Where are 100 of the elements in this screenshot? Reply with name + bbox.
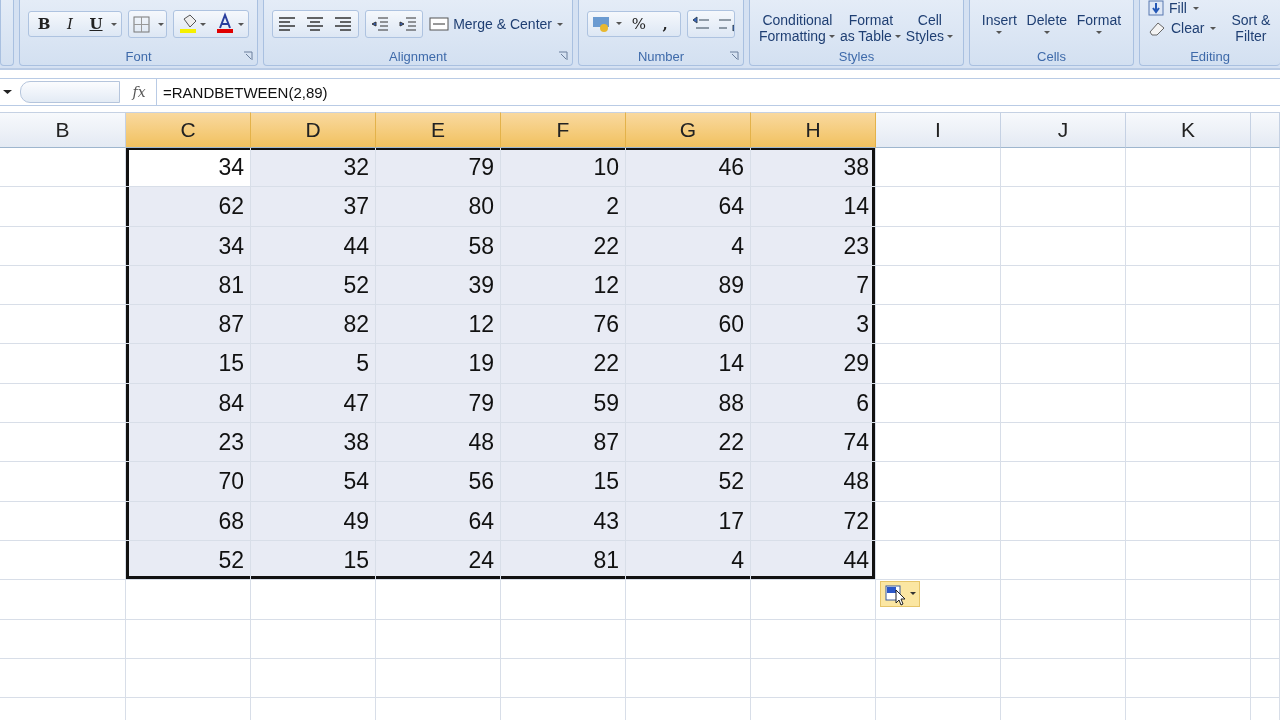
table-cell xyxy=(1251,423,1280,463)
group-label: Alignment xyxy=(389,48,447,64)
merge-center-button[interactable]: Merge & Center xyxy=(429,15,564,32)
cells-button[interactable]: Format xyxy=(1076,12,1122,36)
table-cell: 52 xyxy=(251,265,376,306)
dialog-launcher-icon[interactable] xyxy=(243,51,253,61)
table-cell: 4 xyxy=(626,226,751,266)
table-cell: 23 xyxy=(126,423,251,463)
table-cell: 46 xyxy=(626,148,751,188)
table-cell: 87 xyxy=(126,305,251,345)
caret-icon xyxy=(1094,28,1103,36)
column-header[interactable]: H xyxy=(751,112,876,148)
table-cell: 15 xyxy=(126,344,251,384)
table-cell: 34 xyxy=(126,226,251,266)
table-cell: 4 xyxy=(626,540,751,581)
table-cell xyxy=(1251,462,1280,502)
paste-options-button[interactable] xyxy=(880,581,920,607)
insert-function-button[interactable]: fx xyxy=(126,84,152,100)
table-cell xyxy=(1251,148,1280,188)
fill-button[interactable]: Fill xyxy=(1148,0,1218,16)
sort-filter-button[interactable]: Sort & Filter xyxy=(1231,0,1271,44)
borders-icon[interactable] xyxy=(128,9,167,38)
table-cell: 37 xyxy=(251,187,376,227)
table-cell: 32 xyxy=(251,148,376,188)
table-cell: 5 xyxy=(251,344,376,384)
name-box[interactable] xyxy=(20,81,120,103)
decimal-icons[interactable] xyxy=(687,9,735,38)
paste-options-icon xyxy=(882,582,918,606)
column-header[interactable]: E xyxy=(376,112,501,148)
clear-button[interactable]: Clear xyxy=(1148,20,1218,36)
table-cell: 14 xyxy=(626,344,751,384)
table-cell: 23 xyxy=(751,226,876,266)
table-cell: 17 xyxy=(626,501,751,541)
table-cell: 76 xyxy=(501,305,626,345)
table-cell: 64 xyxy=(376,501,501,541)
table-cell xyxy=(1251,226,1280,266)
table-cell: 72 xyxy=(751,501,876,541)
table-cell: 3 xyxy=(751,305,876,345)
caret-icon xyxy=(1191,4,1200,12)
table-cell xyxy=(1251,501,1280,541)
table-cell: 14 xyxy=(751,187,876,227)
column-header[interactable]: I xyxy=(876,112,1001,148)
styles-button[interactable]: Cell Styles xyxy=(905,12,954,44)
merge-icon xyxy=(429,15,450,32)
column-header[interactable]: G xyxy=(626,112,751,148)
table-cell: 24 xyxy=(376,540,501,581)
column-header[interactable]: F xyxy=(501,112,626,148)
eraser-icon xyxy=(1148,20,1166,36)
column-header[interactable] xyxy=(1251,112,1280,148)
column-header[interactable]: J xyxy=(1001,112,1126,148)
table-cell: 34 xyxy=(126,148,251,188)
fill-and-font-color-icons[interactable] xyxy=(173,9,249,38)
comma-button[interactable]: , xyxy=(652,14,678,33)
styles-button[interactable]: Conditional Formatting xyxy=(759,12,836,44)
cells-button[interactable]: Insert xyxy=(981,12,1017,36)
table-cell: 15 xyxy=(251,540,376,581)
table-cell: 38 xyxy=(251,423,376,463)
bold-button[interactable]: B xyxy=(31,14,57,33)
table-cell: 44 xyxy=(751,540,876,581)
table-cell: 22 xyxy=(501,344,626,384)
indent-icons[interactable] xyxy=(364,9,424,38)
column-header[interactable]: C xyxy=(126,112,251,148)
percent-button[interactable]: % xyxy=(626,14,652,33)
table-cell: 38 xyxy=(751,148,876,188)
caret-icon xyxy=(893,32,902,40)
table-cell: 19 xyxy=(376,344,501,384)
table-cell xyxy=(1251,383,1280,424)
underline-button[interactable]: U xyxy=(83,14,109,33)
table-cell: 82 xyxy=(251,305,376,345)
italic-button[interactable]: I xyxy=(57,14,83,33)
table-cell: 47 xyxy=(251,383,376,424)
styles-button[interactable]: Format as Table xyxy=(839,12,902,44)
caret-icon xyxy=(946,32,954,40)
caret-icon[interactable] xyxy=(2,87,14,97)
dialog-launcher-icon[interactable] xyxy=(558,51,568,61)
table-cell: 79 xyxy=(376,383,501,424)
alignment-icons[interactable] xyxy=(272,9,359,38)
table-cell: 81 xyxy=(126,265,251,306)
table-cell: 74 xyxy=(751,423,876,463)
cells-button[interactable]: Delete xyxy=(1026,12,1068,36)
table-cell: 29 xyxy=(751,344,876,384)
table-cell xyxy=(1251,187,1280,227)
table-cell: 68 xyxy=(126,501,251,541)
table-cell: 6 xyxy=(751,383,876,424)
table-cell: 70 xyxy=(126,462,251,502)
fill-down-icon xyxy=(1148,0,1164,16)
table-cell: 84 xyxy=(126,383,251,424)
column-header[interactable]: D xyxy=(251,112,376,148)
table-cell: 10 xyxy=(501,148,626,188)
table-cell: 15 xyxy=(501,462,626,502)
table-cell: 58 xyxy=(376,226,501,266)
table-cell: 89 xyxy=(626,265,751,306)
table-cell: 79 xyxy=(376,148,501,188)
table-cell: 7 xyxy=(751,265,876,306)
dialog-launcher-icon[interactable] xyxy=(729,51,739,61)
column-header[interactable]: K xyxy=(1126,112,1251,148)
caret-icon xyxy=(1209,24,1218,32)
table-cell: 48 xyxy=(376,423,501,463)
column-header[interactable]: B xyxy=(0,112,126,148)
table-cell xyxy=(1251,619,1280,659)
